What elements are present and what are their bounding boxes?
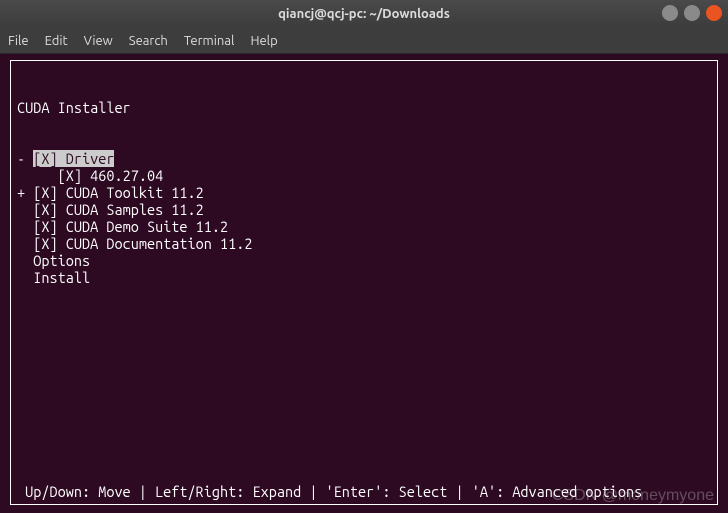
menu-terminal[interactable]: Terminal	[184, 34, 235, 48]
line-prefix	[17, 218, 33, 235]
tui-frame: CUDA Installer - [X] Driver [X] 460.27.0…	[10, 60, 718, 505]
terminal-area[interactable]: CUDA Installer - [X] Driver [X] 460.27.0…	[0, 54, 728, 513]
checkbox-indicator[interactable]: [X]	[33, 184, 57, 201]
installer-line[interactable]: [X] CUDA Demo Suite 11.2	[17, 218, 711, 235]
close-button[interactable]	[706, 5, 722, 21]
line-content: [X] CUDA Documentation 11.2	[33, 235, 252, 252]
line-label: Driver	[58, 150, 115, 167]
menu-search[interactable]: Search	[129, 34, 168, 48]
installer-line[interactable]: [X] CUDA Documentation 11.2	[17, 235, 711, 252]
line-content: [X] CUDA Samples 11.2	[33, 201, 204, 218]
line-prefix	[17, 167, 58, 184]
menu-edit[interactable]: Edit	[45, 34, 68, 48]
line-label: Install	[33, 269, 90, 286]
checkbox-indicator[interactable]: [X]	[33, 235, 57, 252]
line-content: [X] CUDA Demo Suite 11.2	[33, 218, 228, 235]
line-prefix: -	[17, 150, 33, 167]
menu-file[interactable]: File	[8, 34, 29, 48]
line-content: [X] 460.27.04	[58, 167, 164, 184]
line-label: CUDA Toolkit 11.2	[58, 184, 204, 201]
window-title: qiancj@qcj-pc: ~/Downloads	[278, 7, 450, 21]
checkbox-indicator[interactable]: [X]	[33, 150, 57, 167]
installer-line[interactable]: [X] CUDA Samples 11.2	[17, 201, 711, 218]
line-label: 460.27.04	[82, 167, 163, 184]
minimize-button[interactable]	[662, 5, 678, 21]
installer-line[interactable]: + [X] CUDA Toolkit 11.2	[17, 184, 711, 201]
tui-footer-hints: Up/Down: Move | Left/Right: Expand | 'En…	[17, 483, 711, 500]
line-content: [X] Driver	[33, 150, 114, 167]
line-prefix	[17, 235, 33, 252]
line-content: Install	[33, 269, 90, 286]
menubar: File Edit View Search Terminal Help	[0, 28, 728, 54]
tui-body: CUDA Installer - [X] Driver [X] 460.27.0…	[11, 61, 717, 324]
line-prefix: +	[17, 184, 33, 201]
checkbox-indicator[interactable]: [X]	[33, 218, 57, 235]
installer-line[interactable]: Install	[17, 269, 711, 286]
installer-line[interactable]: Options	[17, 252, 711, 269]
line-label: CUDA Demo Suite 11.2	[58, 218, 229, 235]
line-prefix	[17, 252, 33, 269]
window-controls	[662, 5, 722, 21]
line-content: Options	[33, 252, 90, 269]
line-label: CUDA Documentation 11.2	[58, 235, 253, 252]
menu-help[interactable]: Help	[250, 34, 277, 48]
menu-view[interactable]: View	[84, 34, 113, 48]
checkbox-indicator[interactable]: [X]	[58, 167, 82, 184]
line-label: Options	[33, 252, 90, 269]
line-prefix	[17, 269, 33, 286]
checkbox-indicator[interactable]: [X]	[33, 201, 57, 218]
installer-heading: CUDA Installer	[17, 99, 711, 116]
line-label: CUDA Samples 11.2	[58, 201, 204, 218]
maximize-button[interactable]	[684, 5, 700, 21]
window-titlebar: qiancj@qcj-pc: ~/Downloads	[0, 0, 728, 28]
installer-line[interactable]: [X] 460.27.04	[17, 167, 711, 184]
installer-line[interactable]: - [X] Driver	[17, 150, 711, 167]
line-content: [X] CUDA Toolkit 11.2	[33, 184, 204, 201]
line-prefix	[17, 201, 33, 218]
